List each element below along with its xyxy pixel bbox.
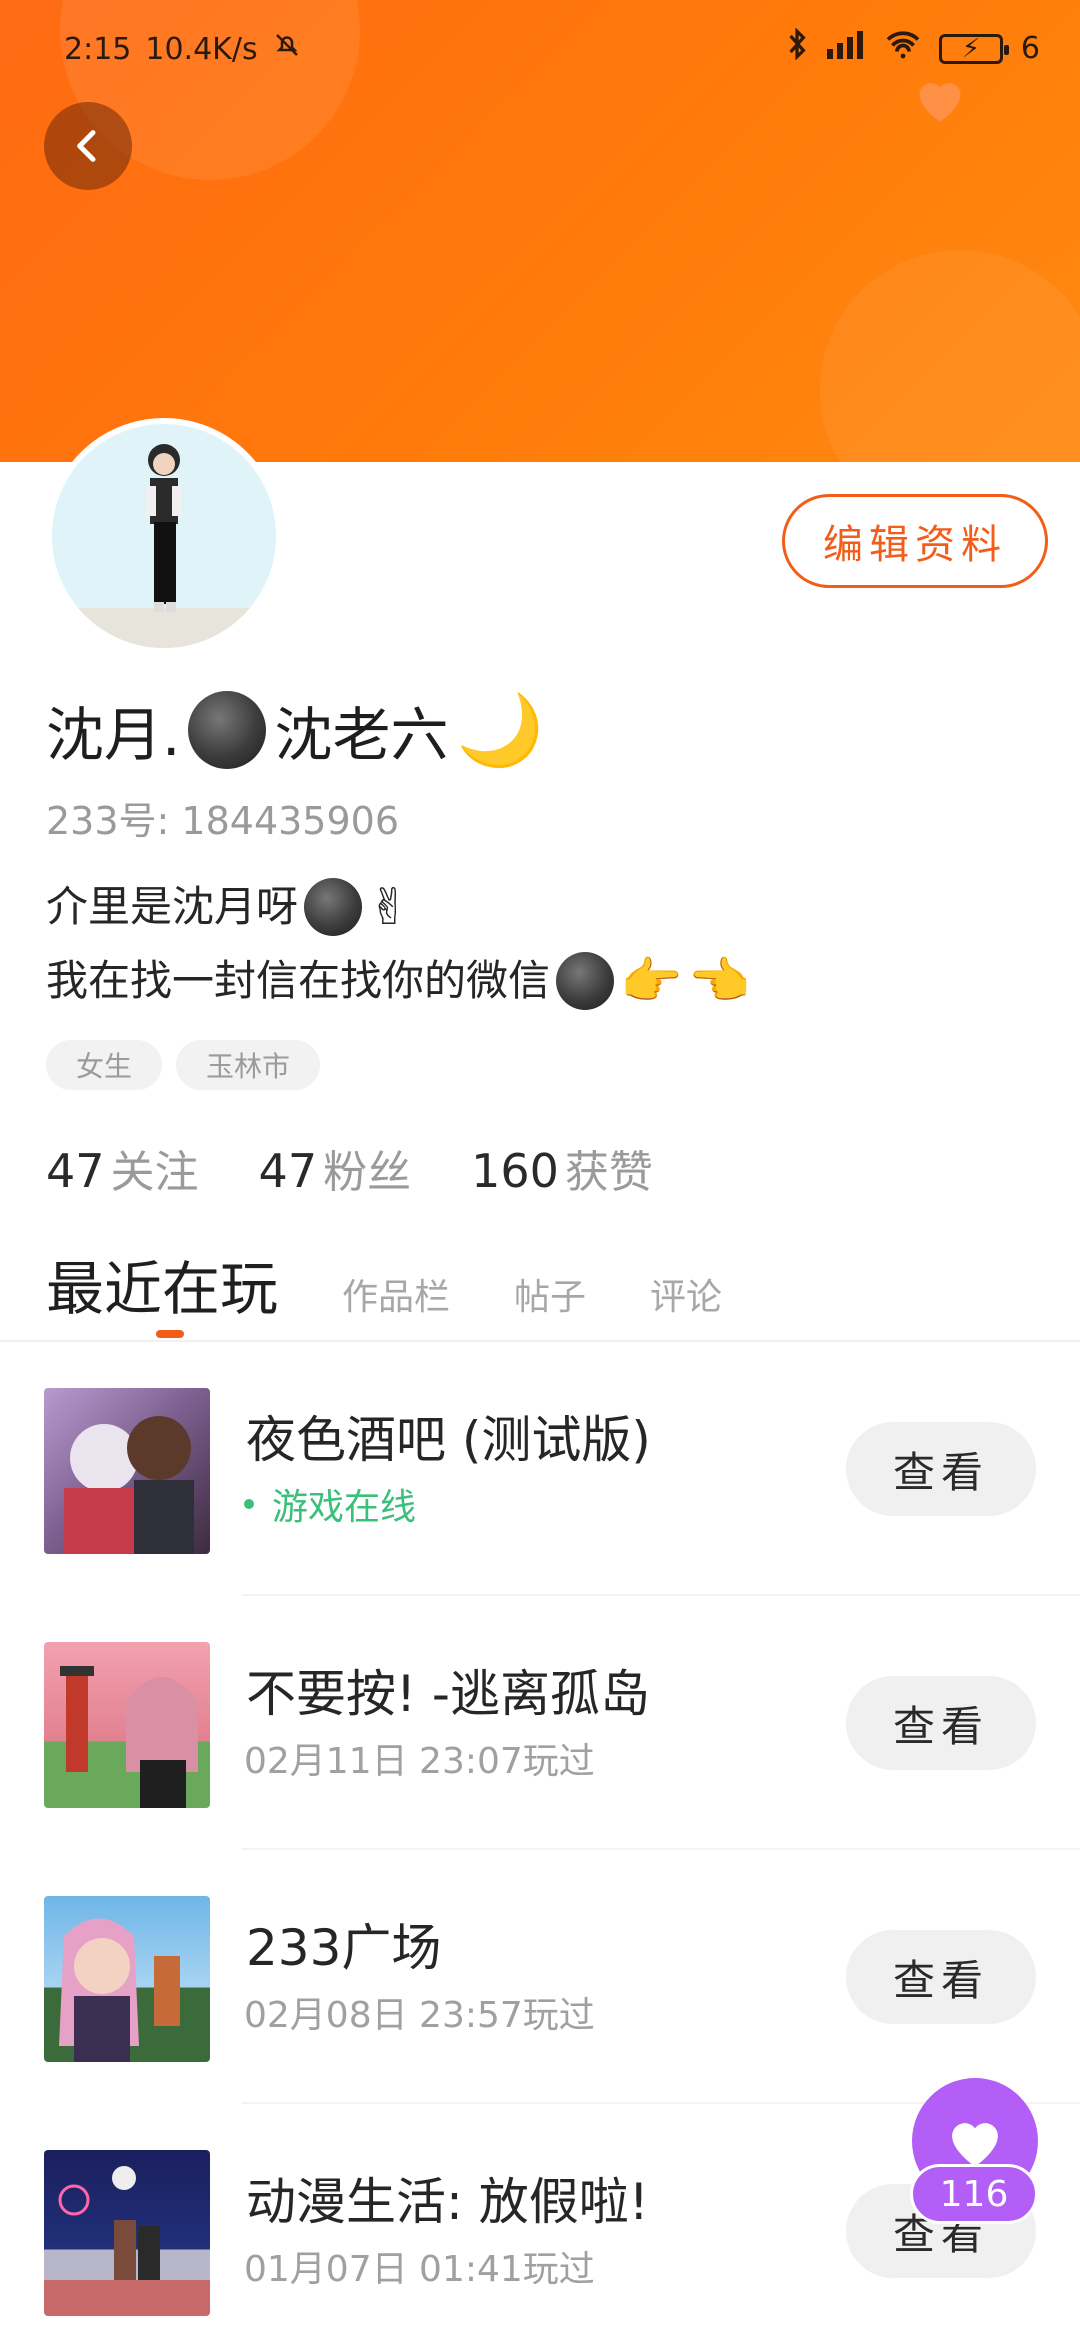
smirk-face-icon: [188, 691, 267, 769]
tag-location: 玉林市: [176, 1040, 321, 1090]
like-count: 116: [910, 2164, 1038, 2224]
edit-profile-button[interactable]: 编辑资料: [782, 494, 1048, 588]
bluetooth-icon: [785, 27, 809, 69]
tag-gender: 女生: [46, 1040, 163, 1090]
battery-level: 6: [1020, 31, 1040, 66]
stat-following[interactable]: 47 关注: [46, 1136, 199, 1200]
bio-line-1: 介里是沈月呀: [46, 882, 299, 931]
pointing-left-icon: 👈: [688, 952, 751, 1010]
nickname-text-2: 沈老六: [274, 701, 449, 769]
pointing-right-icon: 👉: [620, 952, 683, 1010]
nickname: 沈月. 沈老六 🌙: [46, 688, 544, 772]
game-thumbnail: [44, 1642, 210, 1808]
status-time: 2:15: [64, 32, 132, 67]
status-speed: 10.4K/s: [145, 32, 258, 67]
game-thumbnail: [44, 1388, 210, 1554]
game-row[interactable]: 不要按! -逃离孤岛 02月11日 23:07玩过 查看: [0, 1596, 1080, 1850]
stats: 47 关注 47 粉丝 160 获赞: [46, 1136, 653, 1200]
bio: 介里是沈月呀 ✌ 我在找一封信在找你的微信 👉 👈: [46, 870, 751, 1018]
battery-icon: ⚡: [938, 33, 1009, 64]
game-status: 游戏在线: [244, 1478, 416, 1530]
heart-icon: [952, 2123, 998, 2167]
game-last-played: 01月07日 01:41玩过: [244, 2249, 595, 2290]
user-id: 233号: 184435906: [46, 799, 400, 843]
tab-works[interactable]: 作品栏: [342, 1268, 450, 1320]
stat-followers[interactable]: 47 粉丝: [259, 1136, 412, 1200]
game-title: 233广场: [246, 1919, 442, 1977]
view-button[interactable]: 查看: [846, 1930, 1036, 2024]
victory-hand-icon: ✌: [368, 878, 410, 936]
crescent-moon-icon: 🌙: [456, 688, 544, 771]
smirk-face-icon: [556, 952, 615, 1010]
avatar-figure: [146, 444, 182, 612]
banner-decoration: [820, 250, 1080, 462]
heart-icon: [919, 83, 961, 122]
online-dot-icon: [244, 1499, 254, 1509]
wifi-icon: [885, 29, 921, 68]
bio-line-2: 我在找一封信在找你的微信: [46, 956, 551, 1005]
smirk-face-icon: [304, 878, 363, 936]
view-button[interactable]: 查看: [846, 1676, 1036, 1770]
avatar[interactable]: [46, 418, 282, 654]
mute-bell-icon: [272, 30, 302, 69]
back-button[interactable]: [44, 102, 132, 190]
game-row[interactable]: 夜色酒吧 (测试版) 游戏在线 查看: [0, 1342, 1080, 1596]
tab-comments[interactable]: 评论: [650, 1268, 722, 1320]
profile-tabs: 最近在玩 作品栏 帖子 评论: [46, 1242, 722, 1338]
game-thumbnail: [44, 1896, 210, 2062]
game-title: 动漫生活: 放假啦!: [246, 2173, 649, 2231]
game-row[interactable]: 233广场 02月08日 23:57玩过 查看: [0, 1850, 1080, 2104]
game-title: 夜色酒吧 (测试版): [246, 1411, 651, 1469]
game-last-played: 02月08日 23:57玩过: [244, 1995, 595, 2036]
view-button[interactable]: 查看: [846, 1422, 1036, 1516]
game-title: 不要按! -逃离孤岛: [246, 1665, 650, 1723]
game-last-played: 02月11日 23:07玩过: [244, 1741, 595, 1782]
tag-list: 女生 玉林市: [46, 1040, 321, 1090]
game-thumbnail: [44, 2150, 210, 2316]
signal-icon: [826, 29, 867, 68]
tab-posts[interactable]: 帖子: [514, 1268, 586, 1320]
chevron-left-icon: [77, 130, 96, 162]
tab-recent-played[interactable]: 最近在玩: [46, 1242, 278, 1338]
stat-likes[interactable]: 160 获赞: [471, 1136, 653, 1200]
tab-indicator: [156, 1330, 184, 1338]
nickname-text: 沈月.: [46, 701, 181, 769]
